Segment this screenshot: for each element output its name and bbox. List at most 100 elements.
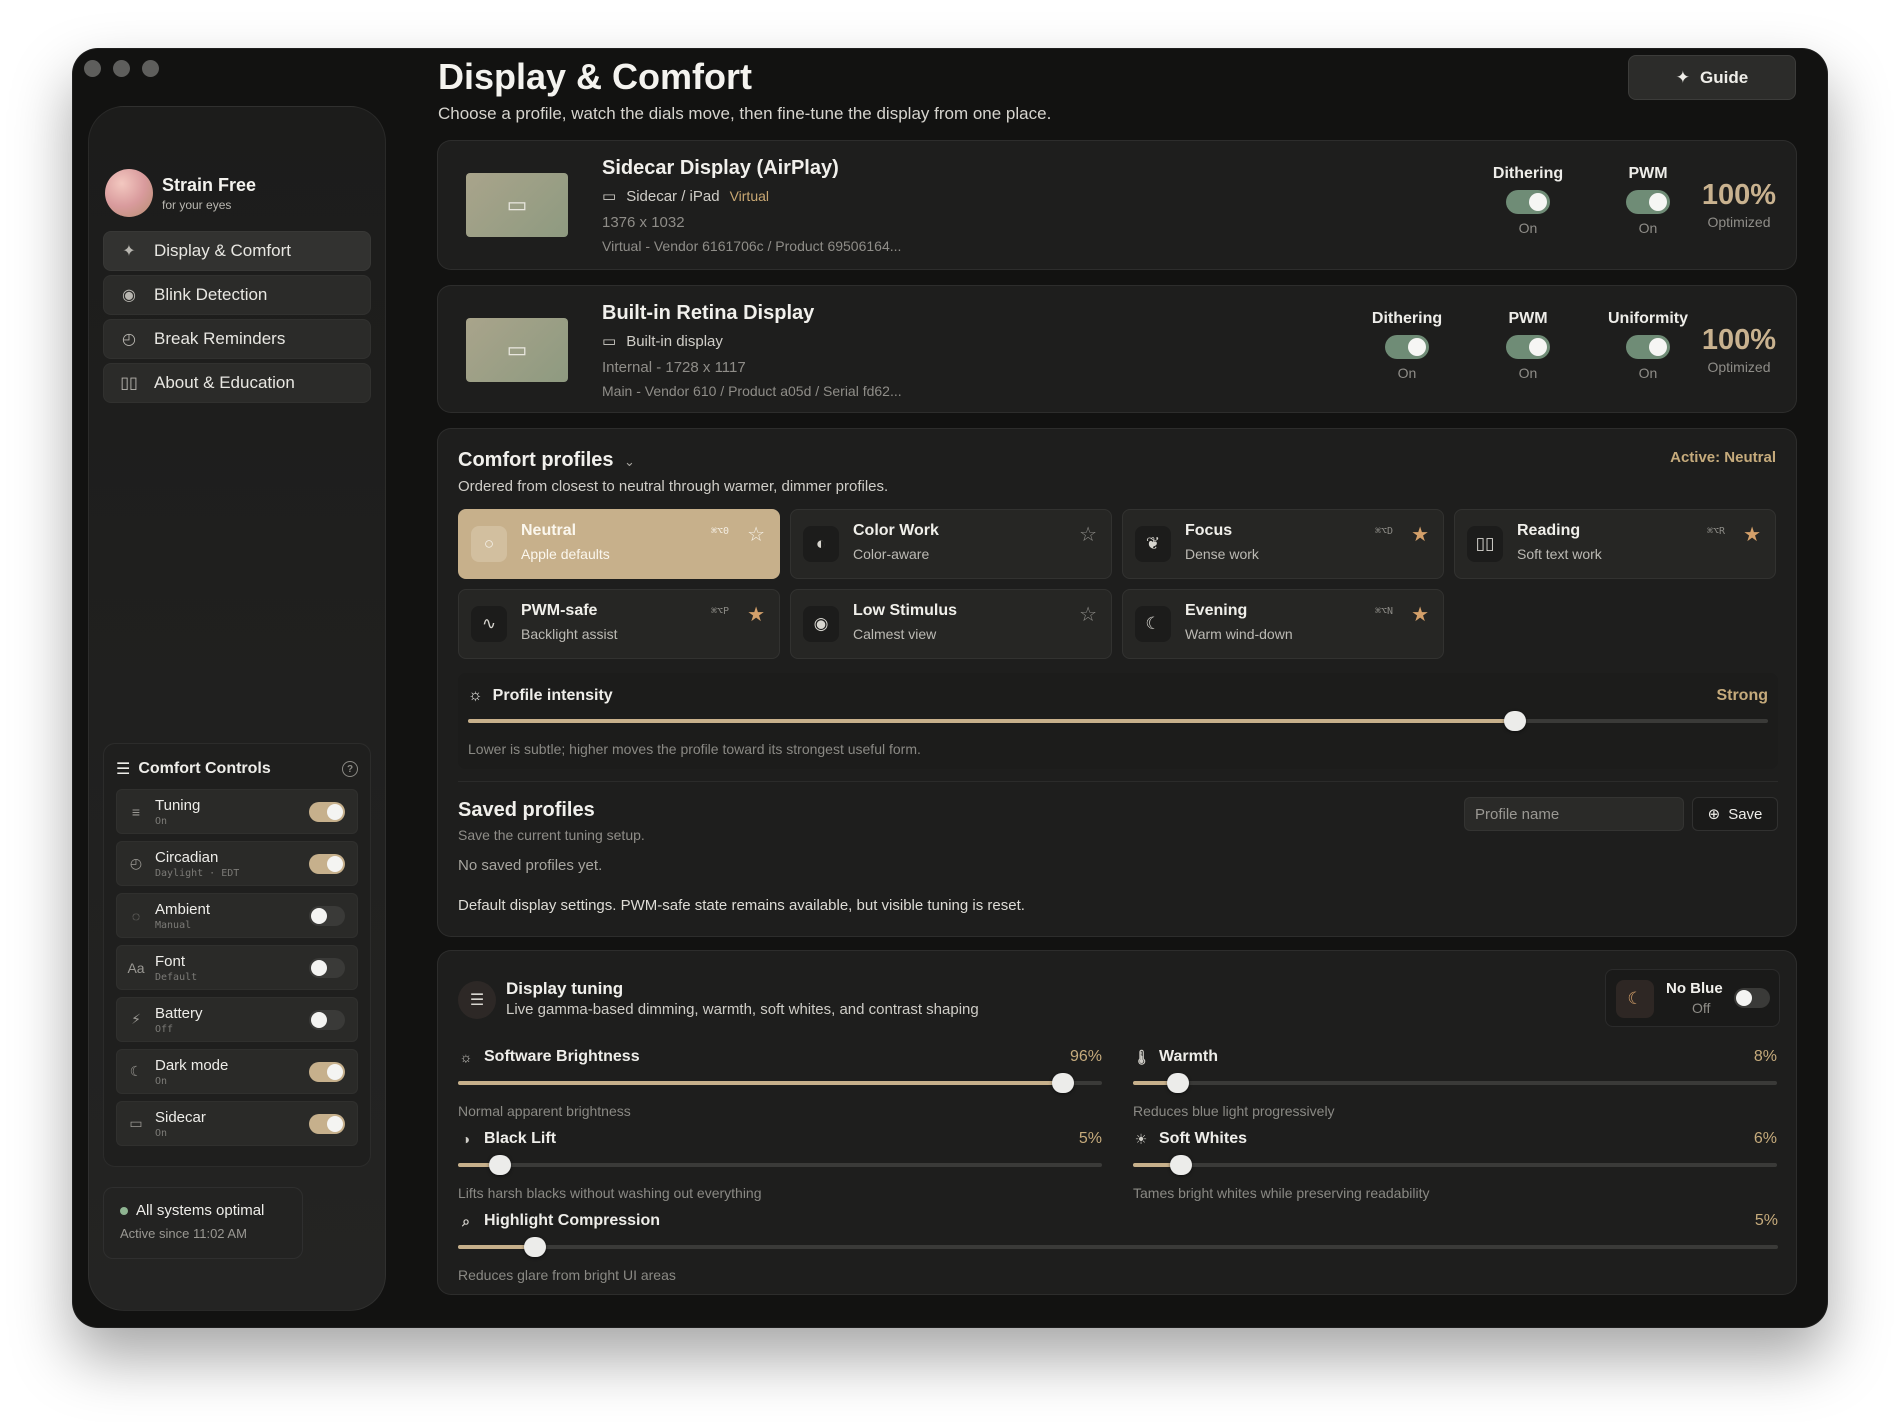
slider-track[interactable] bbox=[1133, 1155, 1777, 1175]
brand: Strain Free for your eyes bbox=[105, 169, 256, 217]
tuning-subtitle: Live gamma-based dimming, warmth, soft w… bbox=[506, 1001, 979, 1018]
profile-neutral[interactable]: ○ Neutral Apple defaults ⌘⌥0 ☆ bbox=[458, 509, 780, 579]
contrast-icon: ◑ bbox=[461, 1131, 471, 1147]
profiles-title[interactable]: Comfort profiles bbox=[458, 449, 614, 471]
profile-shortcut: ⌘⌥D bbox=[1374, 526, 1393, 537]
sidebar-item-break-reminders[interactable]: ◴ Break Reminders bbox=[103, 319, 371, 359]
sidebar: Strain Free for your eyes ✦ Display & Co… bbox=[88, 106, 386, 1311]
star-filled-icon[interactable]: ★ bbox=[747, 602, 765, 627]
profile-reading[interactable]: ▯▯ Reading Soft text work ⌘⌥R ★ bbox=[1454, 509, 1776, 579]
optimized-score: 100% Optimized bbox=[1694, 179, 1784, 230]
profile-focus[interactable]: ❦ Focus Dense work ⌘⌥D ★ bbox=[1122, 509, 1444, 579]
control-state: Off bbox=[155, 1023, 174, 1035]
intensity-hint: Lower is subtle; higher moves the profil… bbox=[468, 741, 921, 757]
sun-icon: ☼ bbox=[459, 1049, 473, 1065]
star-icon[interactable]: ☆ bbox=[747, 522, 765, 547]
star-filled-icon[interactable]: ★ bbox=[1411, 522, 1429, 547]
status-subtitle: Active since 11:02 AM bbox=[120, 1226, 247, 1241]
saved-profiles-title: Saved profiles bbox=[458, 799, 595, 821]
star-icon[interactable]: ☆ bbox=[1079, 522, 1097, 547]
control-name: Font bbox=[155, 952, 186, 970]
intensity-slider[interactable] bbox=[468, 711, 1768, 731]
uniformity-switch: Uniformity On bbox=[1608, 310, 1688, 381]
eye-icon: ◉ bbox=[122, 287, 136, 304]
slider-track[interactable] bbox=[458, 1073, 1102, 1093]
slider-track[interactable] bbox=[458, 1237, 1778, 1257]
close-window-button[interactable] bbox=[84, 60, 101, 77]
sidecar-toggle[interactable] bbox=[309, 1113, 345, 1134]
slider-knob[interactable] bbox=[488, 1155, 511, 1175]
guide-button[interactable]: ✦ Guide bbox=[1628, 55, 1796, 100]
optimized-label: Optimized bbox=[1707, 214, 1771, 230]
dark-mode-toggle[interactable] bbox=[309, 1061, 345, 1082]
intensity-level: Strong bbox=[1716, 687, 1768, 704]
slider-knob[interactable] bbox=[1167, 1073, 1190, 1093]
book-icon: ▯▯ bbox=[1467, 526, 1503, 562]
sliders-icon: ☰ bbox=[458, 981, 496, 1019]
slider-track[interactable] bbox=[458, 1155, 1102, 1175]
control-name: Dark mode bbox=[155, 1056, 229, 1074]
pulse-icon: ∿ bbox=[471, 606, 507, 642]
slider-knob[interactable] bbox=[1052, 1073, 1075, 1093]
circadian-toggle[interactable] bbox=[309, 853, 345, 874]
profile-grid: ○ Neutral Apple defaults ⌘⌥0 ☆ ◐ Color W… bbox=[458, 509, 1776, 659]
dithering-toggle[interactable] bbox=[1385, 335, 1429, 359]
font-toggle[interactable] bbox=[309, 957, 345, 978]
display-name: Built-in Retina Display bbox=[602, 302, 815, 324]
no-blue-state: Off bbox=[1692, 1000, 1711, 1016]
control-ambient: ◌ Ambient Manual bbox=[116, 893, 358, 938]
control-sidecar: ▭ Sidecar On bbox=[116, 1101, 358, 1146]
sidebar-item-blink-detection[interactable]: ◉ Blink Detection bbox=[103, 275, 371, 315]
moon-icon: ☾ bbox=[1135, 606, 1171, 642]
profile-evening[interactable]: ☾ Evening Warm wind-down ⌘⌥N ★ bbox=[1122, 589, 1444, 659]
display-kind: ▭ Sidecar / iPad Virtual bbox=[602, 187, 769, 206]
pwm-toggle[interactable] bbox=[1506, 335, 1550, 359]
control-state: Daylight · EDT bbox=[155, 867, 240, 879]
profile-name-input[interactable] bbox=[1464, 797, 1684, 831]
tablet-icon: ▭ bbox=[506, 192, 528, 217]
uniformity-toggle[interactable] bbox=[1626, 335, 1670, 359]
ambient-toggle[interactable] bbox=[309, 905, 345, 926]
slider-description: Normal apparent brightness bbox=[458, 1103, 631, 1119]
page-title: Display & Comfort bbox=[438, 56, 753, 97]
slider-value: 8% bbox=[1753, 1048, 1777, 1065]
moon-icon: ☾ bbox=[129, 1063, 143, 1079]
switch-state: On bbox=[1397, 365, 1417, 381]
pwm-switch: PWM On bbox=[1608, 165, 1688, 236]
star-icon[interactable]: ☆ bbox=[1079, 602, 1097, 627]
dithering-toggle[interactable] bbox=[1506, 190, 1550, 214]
slider-knob[interactable] bbox=[1170, 1155, 1193, 1175]
star-filled-icon[interactable]: ★ bbox=[1743, 522, 1761, 547]
star-filled-icon[interactable]: ★ bbox=[1411, 602, 1429, 627]
sidebar-item-display-comfort[interactable]: ✦ Display & Comfort bbox=[103, 231, 371, 271]
no-blue-toggle[interactable] bbox=[1734, 988, 1770, 1008]
sidebar-nav: ✦ Display & Comfort ◉ Blink Detection ◴ … bbox=[103, 231, 371, 407]
minimize-window-button[interactable] bbox=[113, 60, 130, 77]
profile-color-work[interactable]: ◐ Color Work Color-aware ☆ bbox=[790, 509, 1112, 579]
profile-low-stimulus[interactable]: ◉ Low Stimulus Calmest view ☆ bbox=[790, 589, 1112, 659]
slider-fill bbox=[468, 719, 1515, 723]
profile-pwm-safe[interactable]: ∿ PWM-safe Backlight assist ⌘⌥P ★ bbox=[458, 589, 780, 659]
slider-label: Soft Whites bbox=[1159, 1130, 1247, 1147]
slider-knob[interactable] bbox=[523, 1237, 546, 1257]
battery-toggle[interactable] bbox=[309, 1009, 345, 1030]
chevron-down-icon[interactable]: ⌄ bbox=[624, 454, 635, 469]
slider-knob[interactable] bbox=[1503, 711, 1526, 731]
control-dark-mode: ☾ Dark mode On bbox=[116, 1049, 358, 1094]
profile-shortcut: ⌘⌥N bbox=[1374, 606, 1393, 617]
sidebar-item-label: About & Education bbox=[154, 373, 295, 392]
slider-track[interactable] bbox=[1133, 1073, 1777, 1093]
thermometer-icon: 🌡 bbox=[1133, 1048, 1151, 1065]
window-controls bbox=[84, 60, 159, 77]
optimized-label: Optimized bbox=[1707, 359, 1771, 375]
profile-shortcut: ⌘⌥P bbox=[710, 606, 729, 617]
save-profile-button[interactable]: ⊕ Save bbox=[1692, 797, 1778, 831]
comfort-controls-title: Comfort Controls bbox=[138, 760, 271, 777]
no-blue-control: ☾ No Blue Off bbox=[1605, 969, 1780, 1027]
pwm-toggle[interactable] bbox=[1626, 190, 1670, 214]
help-icon[interactable]: ? bbox=[342, 761, 358, 777]
sidebar-item-about-education[interactable]: ▯▯ About & Education bbox=[103, 363, 371, 403]
control-state: On bbox=[155, 1127, 168, 1139]
zoom-window-button[interactable] bbox=[142, 60, 159, 77]
tuning-toggle[interactable] bbox=[309, 801, 345, 822]
